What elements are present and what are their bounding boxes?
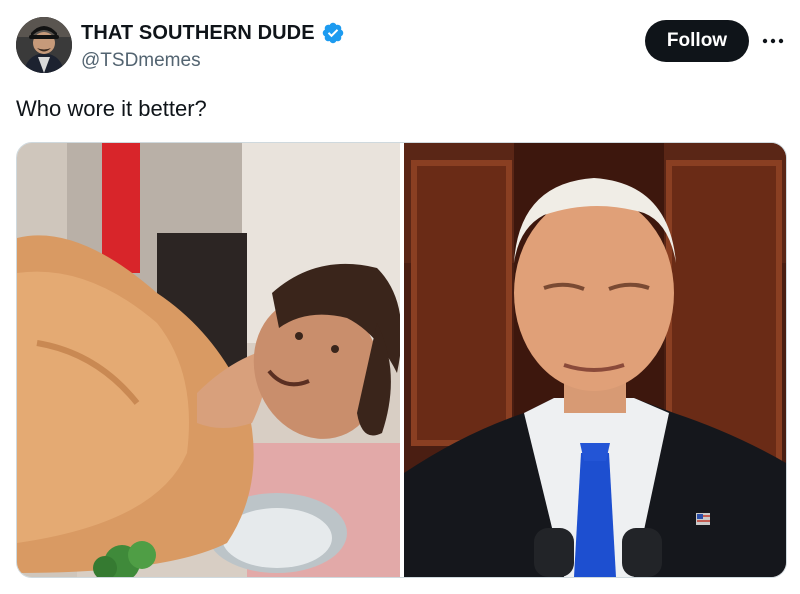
verified-badge-icon: [322, 22, 343, 44]
profile-avatar-icon: [16, 17, 72, 73]
more-options-icon: [762, 38, 784, 44]
tweet-text: Who wore it better?: [16, 96, 207, 121]
author-handle[interactable]: @TSDmemes: [81, 50, 201, 72]
tweet-media[interactable]: [16, 142, 787, 578]
roast-turkey-costume-photo-icon: [17, 143, 400, 577]
author-display-name[interactable]: THAT SOUTHERN DUDE: [81, 22, 315, 45]
author-name[interactable]: THAT SOUTHERN DUDE: [81, 21, 345, 45]
more-options-button[interactable]: [758, 26, 788, 56]
man-in-suit-photo-icon: [404, 143, 786, 577]
follow-button[interactable]: Follow: [645, 20, 749, 62]
media-image-left[interactable]: [17, 143, 400, 577]
avatar[interactable]: [16, 17, 72, 73]
media-image-right[interactable]: [404, 143, 786, 577]
